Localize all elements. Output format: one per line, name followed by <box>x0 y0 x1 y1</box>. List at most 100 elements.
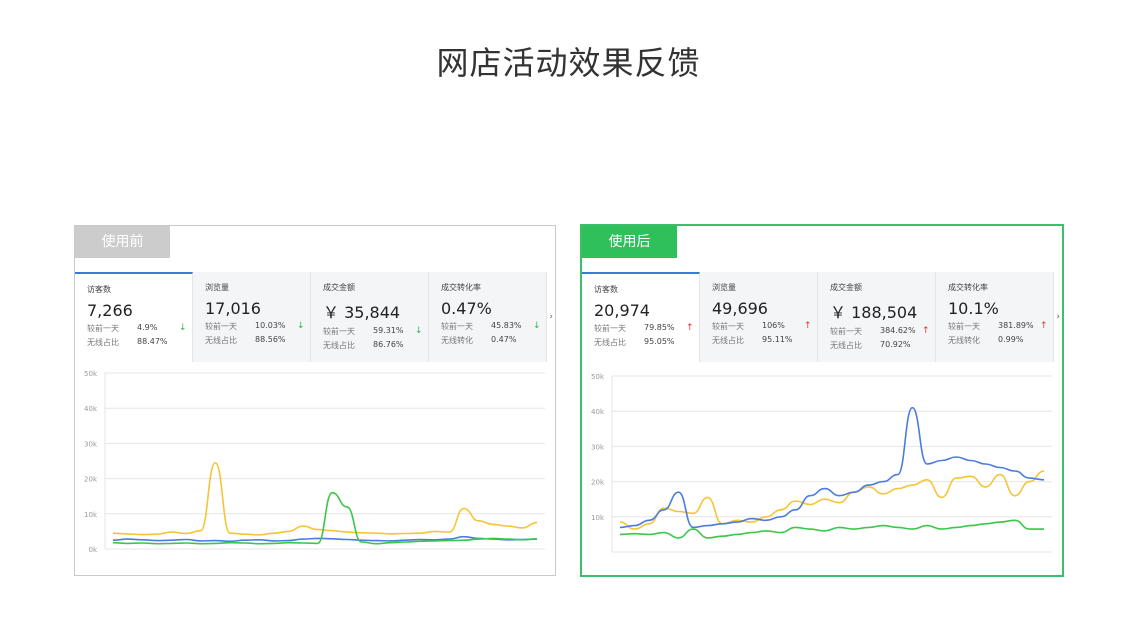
line-chart-after: 10k 20k 30k 40k 50k <box>591 373 1052 553</box>
y-tick-label: 20k <box>84 476 98 484</box>
metric-value: 20,974 <box>594 301 650 320</box>
change-key: 较前一天 <box>87 324 119 333</box>
share-value: 0.47% <box>491 335 517 344</box>
y-tick-label: 10k <box>84 511 98 519</box>
chevron-right-icon[interactable]: › <box>1056 312 1060 322</box>
metric-change-row: 较前一天 45.83% ↓ <box>441 321 546 332</box>
metric-share-row: 无线占比 70.92% <box>830 340 935 351</box>
metric-share-row: 无线占比 95.11% <box>712 335 817 346</box>
metric-change-row: 较前一天 4.9% ↓ <box>87 323 192 334</box>
line-chart-before: 0k 10k 20k 30k 40k 50k <box>84 370 545 554</box>
change-key: 较前一天 <box>948 322 980 331</box>
y-tick-label: 20k <box>591 479 605 487</box>
metric-change-row: 较前一天 59.31% ↓ <box>323 326 428 337</box>
share-value: 86.76% <box>373 340 404 349</box>
change-key: 较前一天 <box>441 322 473 331</box>
metric-visitors[interactable]: 访客数 7,266 较前一天 4.9% ↓ 无线占比 88.47% <box>75 272 193 362</box>
arrow-up-icon: ↑ <box>922 326 930 336</box>
arrow-up-icon: ↑ <box>1040 321 1048 331</box>
chevron-right-icon[interactable]: › <box>549 312 553 322</box>
change-value: 45.83% <box>491 321 522 330</box>
metric-revenue[interactable]: 成交金额 ￥ 35,844 较前一天 59.31% ↓ 无线占比 86.76% <box>311 272 429 362</box>
metric-share-row: 无线转化 0.47% <box>441 335 546 346</box>
change-key: 较前一天 <box>205 322 237 331</box>
metric-pageviews[interactable]: 浏览量 49,696 较前一天 106% ↑ 无线占比 95.11% <box>700 272 818 362</box>
change-value: 106% <box>762 321 785 330</box>
metric-label: 浏览量 <box>205 283 229 292</box>
metric-share-row: 无线占比 88.47% <box>87 337 192 348</box>
metric-share-row: 无线转化 0.99% <box>948 335 1053 346</box>
metric-share-row: 无线占比 95.05% <box>594 337 699 348</box>
change-value: 79.85% <box>644 323 675 332</box>
change-value: 384.62% <box>880 326 916 335</box>
y-tick-label: 40k <box>84 405 98 413</box>
metric-label: 访客数 <box>594 285 618 294</box>
metric-value: 10.1% <box>948 299 999 318</box>
metric-label: 成交转化率 <box>441 283 481 292</box>
metric-change-row: 较前一天 384.62% ↑ <box>830 326 935 337</box>
metric-value: ￥ 188,504 <box>830 303 918 322</box>
metric-value: 7,266 <box>87 301 133 320</box>
series-line-blue <box>619 406 1045 529</box>
panel-after: 使用后 访客数 20,974 较前一天 79.85% ↑ 无线占比 95.05%… <box>580 224 1064 577</box>
share-value: 95.05% <box>644 337 675 346</box>
share-value: 0.99% <box>998 335 1024 344</box>
share-value: 88.47% <box>137 337 168 346</box>
share-key: 无线占比 <box>594 338 626 347</box>
metric-visitors[interactable]: 访客数 20,974 较前一天 79.85% ↑ 无线占比 95.05% <box>582 272 700 362</box>
metric-pageviews[interactable]: 浏览量 17,016 较前一天 10.03% ↓ 无线占比 88.56% <box>193 272 311 362</box>
change-value: 4.9% <box>137 323 158 332</box>
metric-value: 49,696 <box>712 299 768 318</box>
share-key: 无线转化 <box>441 336 473 345</box>
metric-label: 成交金额 <box>830 283 862 292</box>
metric-label: 访客数 <box>87 285 111 294</box>
share-key: 无线占比 <box>205 336 237 345</box>
metric-label: 成交金额 <box>323 283 355 292</box>
share-value: 70.92% <box>880 340 911 349</box>
y-tick-label: 50k <box>591 373 605 381</box>
series-line-green <box>619 519 1044 539</box>
share-value: 95.11% <box>762 335 793 344</box>
y-tick-label: 40k <box>591 408 605 416</box>
arrow-down-icon: ↓ <box>179 323 187 333</box>
change-value: 381.89% <box>998 321 1034 330</box>
page-title: 网店活动效果反馈 <box>436 44 701 82</box>
y-tick-label: 0k <box>88 546 97 554</box>
metrics-after: 访客数 20,974 较前一天 79.85% ↑ 无线占比 95.05% 浏览量… <box>582 272 1056 362</box>
metric-value: ￥ 35,844 <box>323 303 401 322</box>
metric-change-row: 较前一天 381.89% ↑ <box>948 321 1053 332</box>
panel-before: 使用前 访客数 7,266 较前一天 4.9% ↓ 无线占比 88.47% 浏览… <box>74 225 556 576</box>
arrow-up-icon: ↑ <box>686 323 694 333</box>
metric-change-row: 较前一天 106% ↑ <box>712 321 817 332</box>
metric-conversion[interactable]: 成交转化率 10.1% 较前一天 381.89% ↑ 无线转化 0.99% <box>936 272 1054 362</box>
change-key: 较前一天 <box>712 322 744 331</box>
series-line-yellow <box>112 461 538 536</box>
arrow-down-icon: ↓ <box>533 321 541 331</box>
share-key: 无线占比 <box>712 336 744 345</box>
change-value: 10.03% <box>255 321 286 330</box>
metric-label: 成交转化率 <box>948 283 988 292</box>
share-key: 无线转化 <box>948 336 980 345</box>
metric-revenue[interactable]: 成交金额 ￥ 188,504 较前一天 384.62% ↑ 无线占比 70.92… <box>818 272 936 362</box>
arrow-down-icon: ↓ <box>297 321 305 331</box>
y-tick-label: 50k <box>84 370 98 378</box>
metric-label: 浏览量 <box>712 283 736 292</box>
metric-value: 17,016 <box>205 299 261 318</box>
arrow-up-icon: ↑ <box>804 321 812 331</box>
metric-conversion[interactable]: 成交转化率 0.47% 较前一天 45.83% ↓ 无线转化 0.47% <box>429 272 547 362</box>
change-key: 较前一天 <box>323 327 355 336</box>
metric-share-row: 无线占比 86.76% <box>323 340 428 351</box>
metric-change-row: 较前一天 10.03% ↓ <box>205 321 310 332</box>
y-tick-label: 30k <box>591 443 605 451</box>
arrow-down-icon: ↓ <box>415 326 423 336</box>
y-tick-label: 30k <box>84 440 98 448</box>
share-key: 无线占比 <box>323 341 355 350</box>
panel-tag-before[interactable]: 使用前 <box>75 226 170 258</box>
share-key: 无线占比 <box>87 338 119 347</box>
share-value: 88.56% <box>255 335 286 344</box>
panel-tag-after[interactable]: 使用后 <box>582 226 677 258</box>
share-key: 无线占比 <box>830 341 862 350</box>
change-key: 较前一天 <box>830 327 862 336</box>
metric-change-row: 较前一天 79.85% ↑ <box>594 323 699 334</box>
metric-value: 0.47% <box>441 299 492 318</box>
